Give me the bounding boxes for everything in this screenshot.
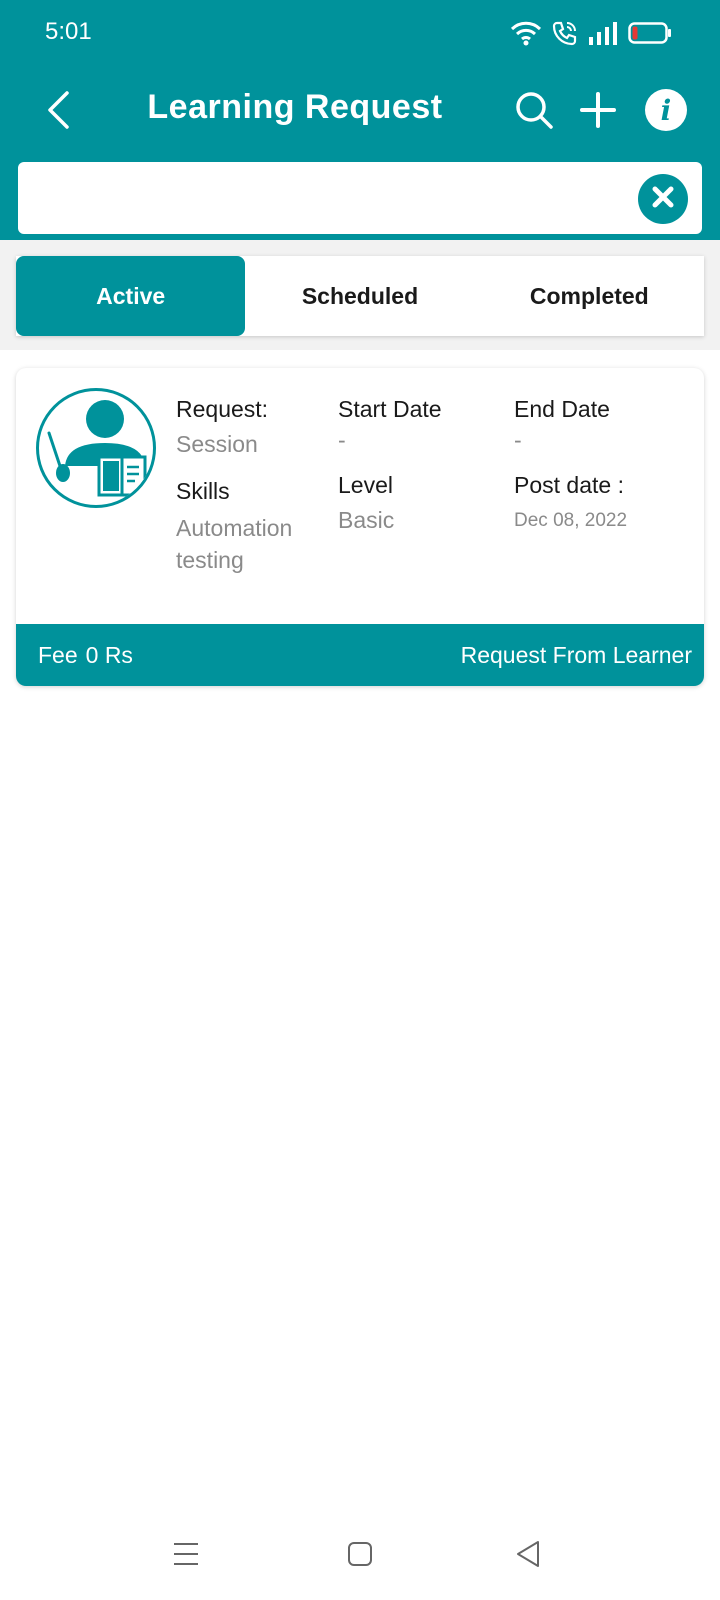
home-square-icon (347, 1541, 373, 1572)
info-icon: i (644, 88, 688, 137)
start-date-value: - (338, 427, 346, 453)
search-input[interactable] (34, 178, 634, 218)
svg-text:i: i (661, 94, 672, 127)
back-triangle-icon (515, 1540, 541, 1573)
card-footer: Fee 0 Rs Request From Learner (16, 624, 704, 686)
request-value: Session (176, 431, 258, 457)
info-button[interactable]: i (640, 84, 692, 140)
add-button[interactable] (572, 84, 624, 140)
end-date-value: - (514, 427, 522, 453)
fee-label: Fee (38, 642, 78, 668)
skills-value-line2: testing (176, 547, 244, 573)
tab-active[interactable]: Active (16, 256, 246, 336)
wifi-calling-icon (552, 20, 578, 46)
fee-value: 0 Rs (85, 642, 133, 668)
system-nav-bar (0, 1512, 720, 1600)
teacher-icon (39, 400, 153, 505)
battery-low-icon (628, 21, 672, 45)
level-label: Level (338, 472, 393, 498)
wifi-icon (510, 20, 542, 46)
tab-bar: Active Scheduled Completed (16, 256, 704, 336)
start-date-label: Start Date (338, 396, 442, 422)
menu-icon (172, 1541, 200, 1572)
plus-icon (580, 91, 616, 133)
signal-icon (588, 21, 618, 45)
status-time: 5:01 (45, 18, 92, 45)
request-label: Request: (176, 396, 269, 422)
post-date-value: Dec 08, 2022 (514, 510, 628, 531)
request-from-label: Request From Learner (460, 642, 692, 668)
end-date-label: End Date (514, 396, 610, 422)
tab-scheduled[interactable]: Scheduled (245, 256, 474, 336)
teacher-avatar (36, 388, 156, 508)
close-circle-icon (651, 185, 675, 214)
status-icons (510, 18, 672, 48)
level-value: Basic (338, 507, 395, 533)
recent-apps-button[interactable] (156, 1534, 216, 1578)
fee-info: Fee 0 Rs (38, 642, 133, 669)
skills-label: Skills (176, 478, 230, 504)
search-button[interactable] (508, 84, 560, 140)
tabs-container: Active Scheduled Completed (0, 240, 720, 350)
skills-value-line1: Automation (176, 515, 293, 541)
request-card[interactable]: Request: Session Start Date - End Date -… (16, 368, 704, 686)
app-header: 5:01 Learning Request i (0, 0, 720, 240)
page-title: Learning Request (147, 88, 443, 126)
clear-search-button[interactable] (638, 174, 688, 224)
system-back-button[interactable] (498, 1534, 558, 1578)
home-button[interactable] (330, 1534, 390, 1578)
search-bar (18, 162, 702, 234)
search-icon (514, 90, 554, 135)
post-date-label: Post date : (514, 472, 624, 498)
tab-completed[interactable]: Completed (475, 256, 704, 336)
